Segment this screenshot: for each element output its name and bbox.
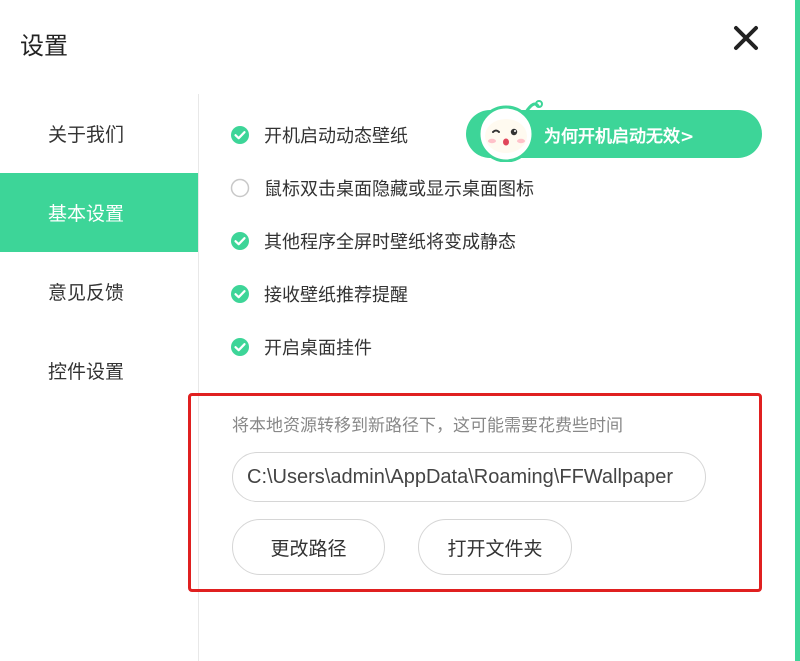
sidebar: 关于我们 基本设置 意见反馈 控件设置 xyxy=(0,94,198,410)
accent-strip xyxy=(795,0,800,661)
option-label: 开启桌面挂件 xyxy=(264,337,372,359)
option-label: 开机启动动态壁纸 xyxy=(264,125,408,147)
sidebar-item-basic-settings[interactable]: 基本设置 xyxy=(0,173,198,252)
option-recommendation-reminder[interactable]: 接收壁纸推荐提醒 xyxy=(230,267,770,320)
change-path-button[interactable]: 更改路径 xyxy=(232,519,385,575)
option-label: 鼠标双击桌面隐藏或显示桌面图标 xyxy=(264,178,534,200)
settings-window: 设置 关于我们 基本设置 意见反馈 控件设置 开机启动动态壁纸 鼠标双击桌面隐藏… xyxy=(0,0,800,661)
sidebar-item-about[interactable]: 关于我们 xyxy=(0,94,198,173)
path-hint: 将本地资源转移到新路径下，这可能需要花费些时间 xyxy=(232,416,623,436)
storage-path-field[interactable] xyxy=(232,452,706,502)
option-desktop-widget[interactable]: 开启桌面挂件 xyxy=(230,320,770,373)
option-double-click-hide-icons[interactable]: 鼠标双击桌面隐藏或显示桌面图标 xyxy=(230,161,770,214)
page-title: 设置 xyxy=(20,32,68,60)
sidebar-item-widget-settings[interactable]: 控件设置 xyxy=(0,331,198,410)
sidebar-item-label: 基本设置 xyxy=(48,203,125,225)
check-circle-icon[interactable] xyxy=(230,125,250,145)
empty-circle-icon[interactable] xyxy=(230,178,250,198)
open-folder-button[interactable]: 打开文件夹 xyxy=(418,519,572,575)
option-label: 其他程序全屏时壁纸将变成静态 xyxy=(264,231,516,253)
close-icon xyxy=(734,26,758,50)
mascot-icon xyxy=(477,100,543,162)
check-circle-icon[interactable] xyxy=(230,231,250,251)
sidebar-item-label: 控件设置 xyxy=(48,361,125,383)
help-pill-label: 为何开机启动无效> xyxy=(544,126,695,147)
sidebar-item-label: 关于我们 xyxy=(48,124,125,146)
check-circle-icon[interactable] xyxy=(230,337,250,357)
sidebar-item-feedback[interactable]: 意见反馈 xyxy=(0,252,198,331)
check-circle-icon[interactable] xyxy=(230,284,250,304)
option-label: 接收壁纸推荐提醒 xyxy=(264,284,408,306)
sidebar-item-label: 意见反馈 xyxy=(48,282,125,304)
close-button[interactable] xyxy=(730,22,762,54)
option-fullscreen-static[interactable]: 其他程序全屏时壁纸将变成静态 xyxy=(230,214,770,267)
